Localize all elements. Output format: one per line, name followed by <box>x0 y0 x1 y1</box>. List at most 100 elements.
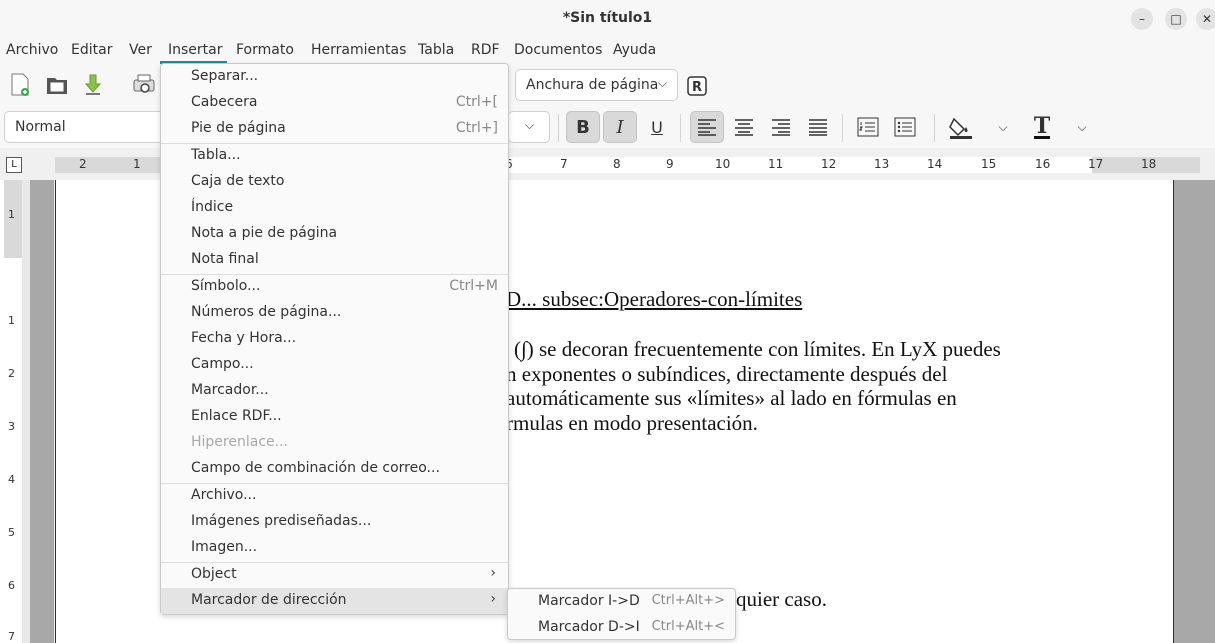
paragraph-line: automáticamente sus «límites» al lado en… <box>506 386 957 410</box>
justify-button[interactable] <box>801 111 835 143</box>
menu-item-shortcut: Ctrl+] <box>455 120 498 136</box>
vertical-ruler[interactable]: 1 1 2 3 4 5 6 7 <box>4 180 22 643</box>
ruler-number: 12 <box>821 157 837 171</box>
ruler-number: 18 <box>1141 157 1157 171</box>
menu-item-imagenes-predisenadas[interactable]: Imágenes prediseñadas... <box>161 509 508 535</box>
menu-item-caja-de-texto[interactable]: Caja de texto <box>161 169 508 195</box>
menu-item-imagen[interactable]: Imagen... <box>161 535 508 561</box>
menu-tabla[interactable]: Tabla <box>418 42 454 58</box>
chevron-down-icon: ⌵ <box>998 119 1008 134</box>
paragraph-style-value: Normal <box>15 119 66 135</box>
ruler-number: 3 <box>8 420 15 433</box>
menu-item-archivo[interactable]: Archivo... <box>161 483 508 509</box>
menu-archivo[interactable]: Archivo <box>6 42 58 58</box>
menu-item-label: Caja de texto <box>191 173 285 189</box>
menu-item-separar[interactable]: Separar... <box>161 64 508 90</box>
bullet-list-button[interactable] <box>888 111 922 143</box>
menu-item-object[interactable]: Object › <box>161 562 508 588</box>
menu-item-campo[interactable]: Campo... <box>161 352 508 378</box>
submenu-item-rtl[interactable]: Marcador D->I Ctrl+Alt+< <box>508 615 735 641</box>
toolbar-separator <box>842 114 843 142</box>
ruler-number: 2 <box>79 157 87 171</box>
font-color-dropdown[interactable]: ⌵ <box>1065 111 1099 143</box>
bold-button[interactable]: B <box>566 111 600 143</box>
align-center-icon <box>735 119 753 136</box>
ruler-number: 5 <box>8 526 15 539</box>
open-folder-icon[interactable] <box>44 72 70 98</box>
menu-item-fecha-hora[interactable]: Fecha y Hora... <box>161 326 508 352</box>
highlight-color-button[interactable] <box>944 111 978 143</box>
tab-stop-selector[interactable]: L <box>6 157 22 173</box>
underline-button[interactable]: U <box>640 111 674 143</box>
submenu-item-label: Marcador D->I <box>538 619 640 635</box>
menu-item-nota-final[interactable]: Nota final <box>161 247 508 273</box>
ruler-number: 2 <box>8 367 15 380</box>
menu-rdf[interactable]: RDF <box>471 42 500 58</box>
menu-item-numeros-pagina[interactable]: Números de página... <box>161 300 508 326</box>
ruler-number: 14 <box>927 157 943 171</box>
page-shadow <box>30 180 54 643</box>
paragraph-line: n exponentes o subíndices, directamente … <box>506 362 948 386</box>
chevron-right-icon: › <box>490 565 496 581</box>
numbered-list-icon <box>857 117 879 137</box>
menu-item-label: Tabla... <box>191 147 241 163</box>
menu-ver[interactable]: Ver <box>129 42 152 58</box>
menu-herramientas[interactable]: Herramientas <box>311 42 406 58</box>
reader-icon[interactable]: R <box>684 73 710 99</box>
font-color-icon: T <box>1033 112 1051 139</box>
download-icon[interactable] <box>80 72 106 98</box>
paragraph-line: quier caso. <box>736 587 827 611</box>
zoom-select[interactable]: Anchura de página ⌵ <box>515 69 678 101</box>
menu-item-label: Hiperenlace... <box>191 434 288 450</box>
chevron-right-icon: › <box>490 591 496 607</box>
menu-item-label: Object <box>191 566 237 582</box>
menu-documentos[interactable]: Documentos <box>514 42 602 58</box>
menu-item-simbolo[interactable]: Símbolo... Ctrl+M <box>161 274 508 300</box>
submenu-item-shortcut: Ctrl+Alt+< <box>651 619 725 634</box>
highlight-color-dropdown[interactable]: ⌵ <box>986 111 1020 143</box>
paint-bucket-icon <box>949 117 972 139</box>
ruler-number: 11 <box>768 157 784 171</box>
align-right-icon <box>772 119 790 136</box>
font-size-dropdown[interactable]: ⌵ <box>508 111 550 143</box>
menu-editar[interactable]: Editar <box>71 42 112 58</box>
align-center-button[interactable] <box>727 111 761 143</box>
zoom-select-value: Anchura de página <box>526 77 659 93</box>
menu-item-marcador[interactable]: Marcador... <box>161 378 508 404</box>
chevron-down-icon: ⌵ <box>657 76 667 90</box>
numbered-list-button[interactable] <box>851 111 885 143</box>
ruler-number: 13 <box>874 157 890 171</box>
align-right-button[interactable] <box>764 111 798 143</box>
menu-item-pie-de-pagina[interactable]: Pie de página Ctrl+] <box>161 116 508 142</box>
window-title: *Sin título1 <box>562 10 653 26</box>
menu-item-indice[interactable]: Índice <box>161 195 508 221</box>
menu-item-label: Marcador de dirección <box>191 592 347 608</box>
svg-text:R: R <box>692 80 702 95</box>
menu-ayuda[interactable]: Ayuda <box>613 42 656 58</box>
print-preview-icon[interactable] <box>131 72 157 98</box>
minimize-button[interactable]: – <box>1131 8 1153 30</box>
menu-item-cabecera[interactable]: Cabecera Ctrl+[ <box>161 90 508 116</box>
menu-item-marcador-direccion[interactable]: Marcador de dirección › <box>161 588 508 614</box>
menu-item-combinacion-correo[interactable]: Campo de combinación de correo... <box>161 456 508 482</box>
submenu-item-ltr[interactable]: Marcador I->D Ctrl+Alt+> <box>508 589 735 615</box>
ruler-number: 17 <box>1088 157 1104 171</box>
new-document-icon[interactable] <box>7 72 33 98</box>
close-button[interactable]: ✕ <box>1196 8 1215 30</box>
menu-item-tabla[interactable]: Tabla... <box>161 143 508 169</box>
ruler-number: 7 <box>560 157 568 171</box>
menu-item-nota-pie[interactable]: Nota a pie de página <box>161 221 508 247</box>
menu-item-enlace-rdf[interactable]: Enlace RDF... <box>161 404 508 430</box>
menu-item-label: Números de página... <box>191 304 342 320</box>
align-left-button[interactable] <box>690 111 724 143</box>
submenu-item-shortcut: Ctrl+Alt+> <box>651 593 725 608</box>
font-color-button[interactable]: T <box>1025 111 1059 143</box>
align-left-icon <box>698 119 716 136</box>
menu-item-label: Nota final <box>191 251 259 267</box>
menu-item-shortcut: Ctrl+[ <box>455 94 498 110</box>
paragraph-style-input[interactable]: Normal <box>4 111 164 143</box>
menu-insertar[interactable]: Insertar <box>168 42 223 58</box>
menu-formato[interactable]: Formato <box>236 42 294 58</box>
italic-button[interactable]: I <box>603 111 637 143</box>
maximize-button[interactable]: □ <box>1165 8 1187 30</box>
